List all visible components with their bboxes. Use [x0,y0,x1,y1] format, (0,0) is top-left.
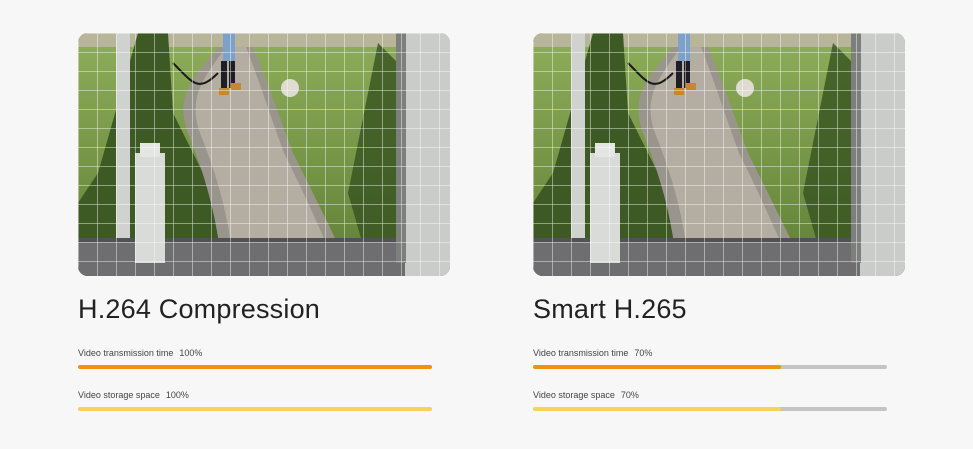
panel-h264: H.264 Compression Video transmission tim… [78,33,450,411]
progress-fill [533,407,781,411]
photo-illustration [533,33,905,276]
metric-value: 70% [620,390,639,400]
progress-track [533,365,887,369]
panel-title: Smart H.265 [533,294,687,324]
metric-label: Video transmission time [533,348,629,358]
panel-title: H.264 Compression [78,294,321,324]
photo-illustration [78,33,450,276]
progress-track [78,365,432,369]
panel-smart-h265: Smart H.265 Video transmission time 70% V… [533,33,905,411]
progress-track [78,407,432,411]
metric-transmission-time: Video transmission time 70% [533,347,887,369]
metric-value: 100% [165,390,189,400]
metric-label: Video storage space [533,390,615,400]
garden-photo-h264 [78,33,450,276]
metric-transmission-time: Video transmission time 100% [78,347,432,369]
metric-storage-space: Video storage space 100% [78,389,432,411]
metric-value: 100% [179,348,203,358]
progress-fill [78,365,432,369]
metric-value: 70% [634,348,653,358]
garden-photo-h265 [533,33,905,276]
progress-fill [78,407,432,411]
metric-label: Video transmission time [78,348,174,358]
metric-storage-space: Video storage space 70% [533,389,887,411]
metric-label: Video storage space [78,390,160,400]
progress-track [533,407,887,411]
comparison-page: H.264 Compression Video transmission tim… [0,0,973,449]
progress-fill [533,365,781,369]
